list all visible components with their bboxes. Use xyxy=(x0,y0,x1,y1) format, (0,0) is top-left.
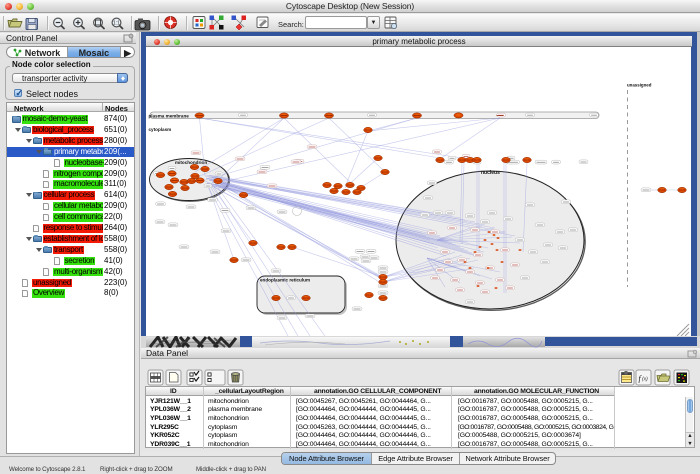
svg-text:unassigned: unassigned xyxy=(627,83,652,88)
svg-text:1:1: 1:1 xyxy=(113,21,120,27)
svg-text:plasma membrane: plasma membrane xyxy=(149,113,190,118)
svg-text:endoplasmic reticulum: endoplasmic reticulum xyxy=(260,278,310,283)
svg-text:(x): (x) xyxy=(642,377,648,383)
svg-text:cytoplasm: cytoplasm xyxy=(149,127,172,132)
svg-text:mitochondrion: mitochondrion xyxy=(175,160,207,165)
svg-text:nucleus: nucleus xyxy=(481,170,500,176)
